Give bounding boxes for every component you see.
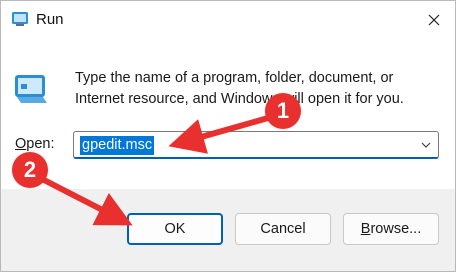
title-bar: Run xyxy=(1,1,455,39)
annotation-badge-1: 1 xyxy=(265,93,301,129)
window-title: Run xyxy=(36,11,64,28)
open-input[interactable]: gpedit.msc xyxy=(80,136,155,155)
dialog-description: Type the name of a program, folder, docu… xyxy=(75,70,404,107)
cancel-button[interactable]: Cancel xyxy=(235,213,331,245)
close-icon[interactable] xyxy=(421,7,447,33)
dialog-footer: OK Cancel Browse... xyxy=(1,189,455,271)
open-combobox[interactable]: gpedit.msc xyxy=(73,131,439,159)
run-dialog: Run Type the name of a program, folder, … xyxy=(0,0,456,272)
dialog-body: Type the name of a program, folder, docu… xyxy=(1,39,455,189)
run-app-icon xyxy=(12,12,28,26)
run-program-icon xyxy=(15,75,47,103)
annotation-badge-2: 2 xyxy=(12,152,48,188)
chevron-down-icon[interactable] xyxy=(420,139,432,151)
browse-button[interactable]: Browse... xyxy=(343,213,439,245)
open-label: Open: xyxy=(15,136,55,152)
ok-button[interactable]: OK xyxy=(127,213,223,245)
